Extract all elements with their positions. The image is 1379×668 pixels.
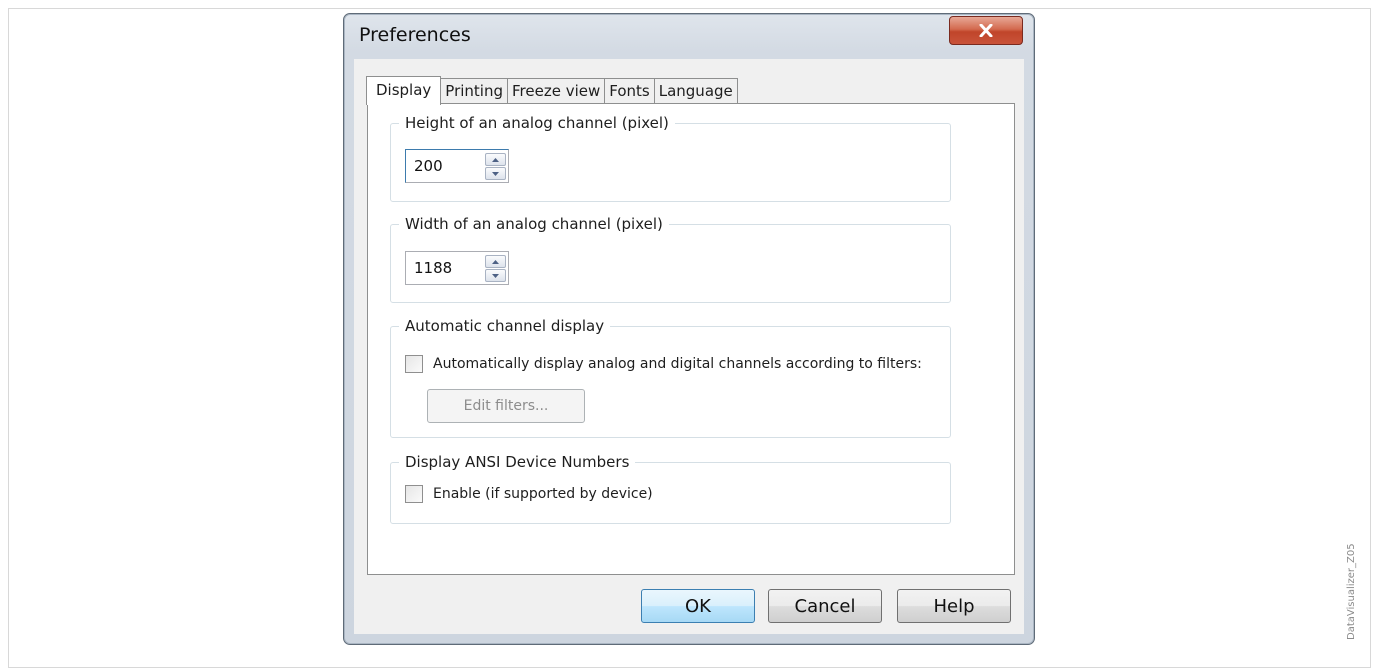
height-stepper — [405, 149, 509, 183]
ansi-group: Display ANSI Device Numbers Enable (if s… — [390, 453, 951, 524]
width-group: Width of an analog channel (pixel) — [390, 215, 951, 303]
display-tab-panel: Height of an analog channel (pixel) Widt… — [367, 103, 1015, 575]
figure-label: DataVisualizer_Z05 — [1346, 543, 1357, 640]
auto-display-option: Automatically display analog and digital… — [405, 355, 922, 373]
cancel-button[interactable]: Cancel — [768, 589, 882, 623]
tab-display[interactable]: Display — [366, 76, 442, 105]
edit-filters-button[interactable]: Edit filters... — [427, 389, 585, 423]
close-icon — [979, 24, 993, 37]
width-increment-button[interactable] — [485, 255, 506, 268]
width-input[interactable] — [406, 252, 476, 284]
arrow-up-icon — [492, 259, 499, 264]
auto-display-checkbox-label[interactable]: Automatically display analog and digital… — [433, 356, 922, 372]
arrow-down-icon — [492, 171, 499, 176]
preferences-dialog: Preferences Display Printing Freeze view… — [343, 13, 1035, 645]
ansi-option: Enable (if supported by device) — [405, 485, 653, 503]
tab-fonts[interactable]: Fonts — [604, 78, 655, 103]
width-stepper — [405, 251, 509, 285]
tab-freeze-view[interactable]: Freeze view — [507, 78, 606, 103]
height-group: Height of an analog channel (pixel) — [390, 114, 951, 202]
tab-strip: Display Printing Freeze view Fonts Langu… — [366, 76, 738, 105]
arrow-down-icon — [492, 273, 499, 278]
dialog-client-area: Display Printing Freeze view Fonts Langu… — [354, 59, 1024, 634]
ansi-group-legend: Display ANSI Device Numbers — [405, 453, 630, 471]
height-increment-button[interactable] — [485, 153, 506, 166]
help-button[interactable]: Help — [897, 589, 1011, 623]
ansi-enable-checkbox[interactable] — [405, 485, 423, 503]
width-decrement-button[interactable] — [485, 269, 506, 282]
height-decrement-button[interactable] — [485, 167, 506, 180]
ok-button[interactable]: OK — [641, 589, 755, 623]
tab-language[interactable]: Language — [653, 78, 738, 103]
height-input[interactable] — [406, 150, 476, 182]
auto-display-group: Automatic channel display Automatically … — [390, 317, 951, 438]
height-group-legend: Height of an analog channel (pixel) — [405, 114, 669, 132]
tab-printing[interactable]: Printing — [440, 78, 508, 103]
auto-display-checkbox[interactable] — [405, 355, 423, 373]
width-group-legend: Width of an analog channel (pixel) — [405, 215, 663, 233]
auto-display-group-legend: Automatic channel display — [405, 317, 605, 335]
ansi-enable-checkbox-label[interactable]: Enable (if supported by device) — [433, 486, 653, 502]
dialog-title: Preferences — [359, 24, 471, 46]
close-button[interactable] — [949, 16, 1023, 45]
arrow-up-icon — [492, 157, 499, 162]
